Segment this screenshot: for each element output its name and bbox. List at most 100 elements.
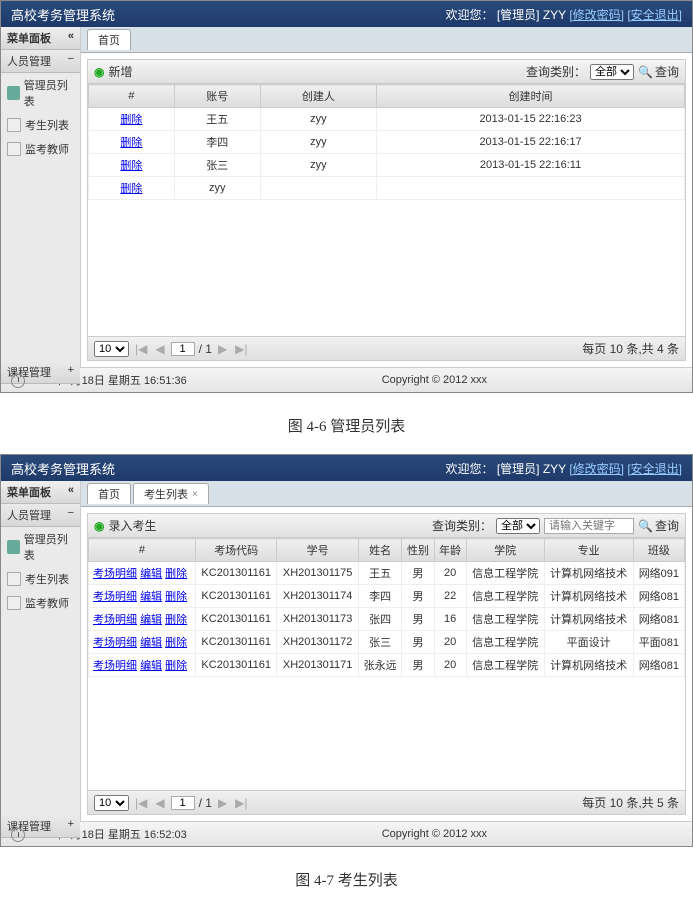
sidebar-panel-header: 菜单面板 « xyxy=(1,27,80,50)
prev-page-icon[interactable]: ◀ xyxy=(153,796,166,810)
search-button[interactable]: 🔍查询 xyxy=(638,517,679,534)
page-size-select[interactable]: 10 xyxy=(94,341,129,357)
cell-class: 网络091 xyxy=(633,562,684,585)
cell-sid: XH201301175 xyxy=(277,562,358,585)
op-link[interactable]: 考场明细 xyxy=(93,591,137,603)
cell-age: 20 xyxy=(434,654,466,677)
sidebar-item-proctor[interactable]: 监考教师 xyxy=(1,591,80,615)
page-input[interactable] xyxy=(171,796,195,810)
cell-sid: XH201301174 xyxy=(277,585,358,608)
tab-home[interactable]: 首页 xyxy=(87,29,131,50)
figure-student-list: 高校考务管理系统 欢迎您： [管理员] ZYY [修改密码] [安全退出] 菜单… xyxy=(0,454,693,847)
logout-link[interactable]: [安全退出] xyxy=(627,8,682,22)
change-password-link[interactable]: [修改密码] xyxy=(569,8,624,22)
op-link[interactable]: 考场明细 xyxy=(93,614,137,626)
delete-link[interactable]: 删除 xyxy=(120,137,142,149)
query-select[interactable]: 全部 xyxy=(496,518,540,534)
page-input[interactable] xyxy=(171,342,195,356)
section-label: 人员管理 xyxy=(7,53,51,69)
op-link[interactable]: 删除 xyxy=(165,591,187,603)
cell-age: 20 xyxy=(434,631,466,654)
plus-icon: + xyxy=(68,818,74,834)
op-link[interactable]: 删除 xyxy=(165,660,187,672)
cell-major: 计算机网络技术 xyxy=(544,562,633,585)
close-icon[interactable]: × xyxy=(192,489,198,500)
col-name: 姓名 xyxy=(358,539,402,562)
prev-page-icon[interactable]: ◀ xyxy=(153,342,166,356)
op-link[interactable]: 删除 xyxy=(165,637,187,649)
op-link[interactable]: 删除 xyxy=(165,568,187,580)
cell-name: 李四 xyxy=(358,585,402,608)
collapse-icon[interactable]: « xyxy=(68,30,74,46)
first-page-icon[interactable]: |◀ xyxy=(133,342,149,356)
op-link[interactable]: 编辑 xyxy=(140,660,162,672)
logout-link[interactable]: [安全退出] xyxy=(627,462,682,476)
op-link[interactable]: 考场明细 xyxy=(93,568,137,580)
cell-major: 计算机网络技术 xyxy=(544,654,633,677)
tab-home[interactable]: 首页 xyxy=(87,483,131,504)
first-page-icon[interactable]: |◀ xyxy=(133,796,149,810)
delete-link[interactable]: 删除 xyxy=(120,114,142,126)
sidebar-item-student-list[interactable]: 考生列表 xyxy=(1,567,80,591)
footer: 2013年1月18日 星期五 16:51:36 Copyright © 2012… xyxy=(1,367,692,392)
next-page-icon[interactable]: ▶ xyxy=(216,796,229,810)
sidebar-item-label: 考生列表 xyxy=(25,117,69,133)
op-link[interactable]: 考场明细 xyxy=(93,660,137,672)
doc-icon xyxy=(7,118,21,132)
col-sex: 性别 xyxy=(402,539,434,562)
app-header: 高校考务管理系统 欢迎您： [管理员] ZYY [修改密码] [安全退出] xyxy=(1,455,692,481)
sidebar-item-proctor[interactable]: 监考教师 xyxy=(1,137,80,161)
next-page-icon[interactable]: ▶ xyxy=(216,342,229,356)
tab-student-list[interactable]: 考生列表× xyxy=(133,483,209,504)
figure-caption: 图 4-7 考生列表 xyxy=(0,857,693,908)
cell-name: 张四 xyxy=(358,608,402,631)
op-link[interactable]: 编辑 xyxy=(140,591,162,603)
add-label: 录入考生 xyxy=(108,517,156,534)
sidebar-item-admin-list[interactable]: 管理员列表 xyxy=(1,527,80,567)
col-sid: 学号 xyxy=(277,539,358,562)
cell-time xyxy=(377,177,685,200)
op-link[interactable]: 删除 xyxy=(165,614,187,626)
last-page-icon[interactable]: ▶| xyxy=(233,342,249,356)
sidebar-panel-title: 菜单面板 xyxy=(7,484,51,500)
change-password-link[interactable]: [修改密码] xyxy=(569,462,624,476)
op-link[interactable]: 考场明细 xyxy=(93,637,137,649)
sidebar-item-label: 监考教师 xyxy=(25,141,69,157)
cell-creator: zyy xyxy=(260,131,376,154)
cell-college: 信息工程学院 xyxy=(466,631,544,654)
op-link[interactable]: 编辑 xyxy=(140,568,162,580)
cell-age: 20 xyxy=(434,562,466,585)
sidebar-section-people[interactable]: 人员管理 − xyxy=(1,504,80,527)
cell-room: KC201301161 xyxy=(195,608,276,631)
minus-icon: − xyxy=(68,507,74,523)
col-op: # xyxy=(89,539,196,562)
plus-icon: + xyxy=(68,364,74,380)
search-button[interactable]: 🔍查询 xyxy=(638,63,679,80)
delete-link[interactable]: 删除 xyxy=(120,183,142,195)
table-row: 考场明细 编辑 删除KC201301161XH201301171张永远男20信息… xyxy=(89,654,685,677)
table-row: 删除zyy xyxy=(89,177,685,200)
add-student-button[interactable]: ◉ 录入考生 xyxy=(94,517,157,534)
user-name: ZYY xyxy=(543,8,566,22)
cell-name: 王五 xyxy=(358,562,402,585)
table-row: 考场明细 编辑 删除KC201301161XH201301172张三男20信息工… xyxy=(89,631,685,654)
add-button[interactable]: ◉ 新增 xyxy=(94,63,133,80)
collapse-icon[interactable]: « xyxy=(68,484,74,500)
copyright: Copyright © 2012 xxx xyxy=(382,374,487,386)
sidebar-item-admin-list[interactable]: 管理员列表 xyxy=(1,73,80,113)
page-size-select[interactable]: 10 xyxy=(94,795,129,811)
delete-link[interactable]: 删除 xyxy=(120,160,142,172)
last-page-icon[interactable]: ▶| xyxy=(233,796,249,810)
op-link[interactable]: 编辑 xyxy=(140,614,162,626)
cell-sex: 男 xyxy=(402,654,434,677)
table-row: 删除张三zyy2013-01-15 22:16:11 xyxy=(89,154,685,177)
keyword-input[interactable] xyxy=(544,518,634,534)
table-row: 考场明细 编辑 删除KC201301161XH201301174李四男22信息工… xyxy=(89,585,685,608)
sidebar-item-student-list[interactable]: 考生列表 xyxy=(1,113,80,137)
op-link[interactable]: 编辑 xyxy=(140,637,162,649)
user-role: [管理员] xyxy=(497,462,540,476)
query-select[interactable]: 全部 xyxy=(590,64,634,80)
col-creator: 创建人 xyxy=(260,85,376,108)
cell-college: 信息工程学院 xyxy=(466,585,544,608)
sidebar-section-people[interactable]: 人员管理 − xyxy=(1,50,80,73)
